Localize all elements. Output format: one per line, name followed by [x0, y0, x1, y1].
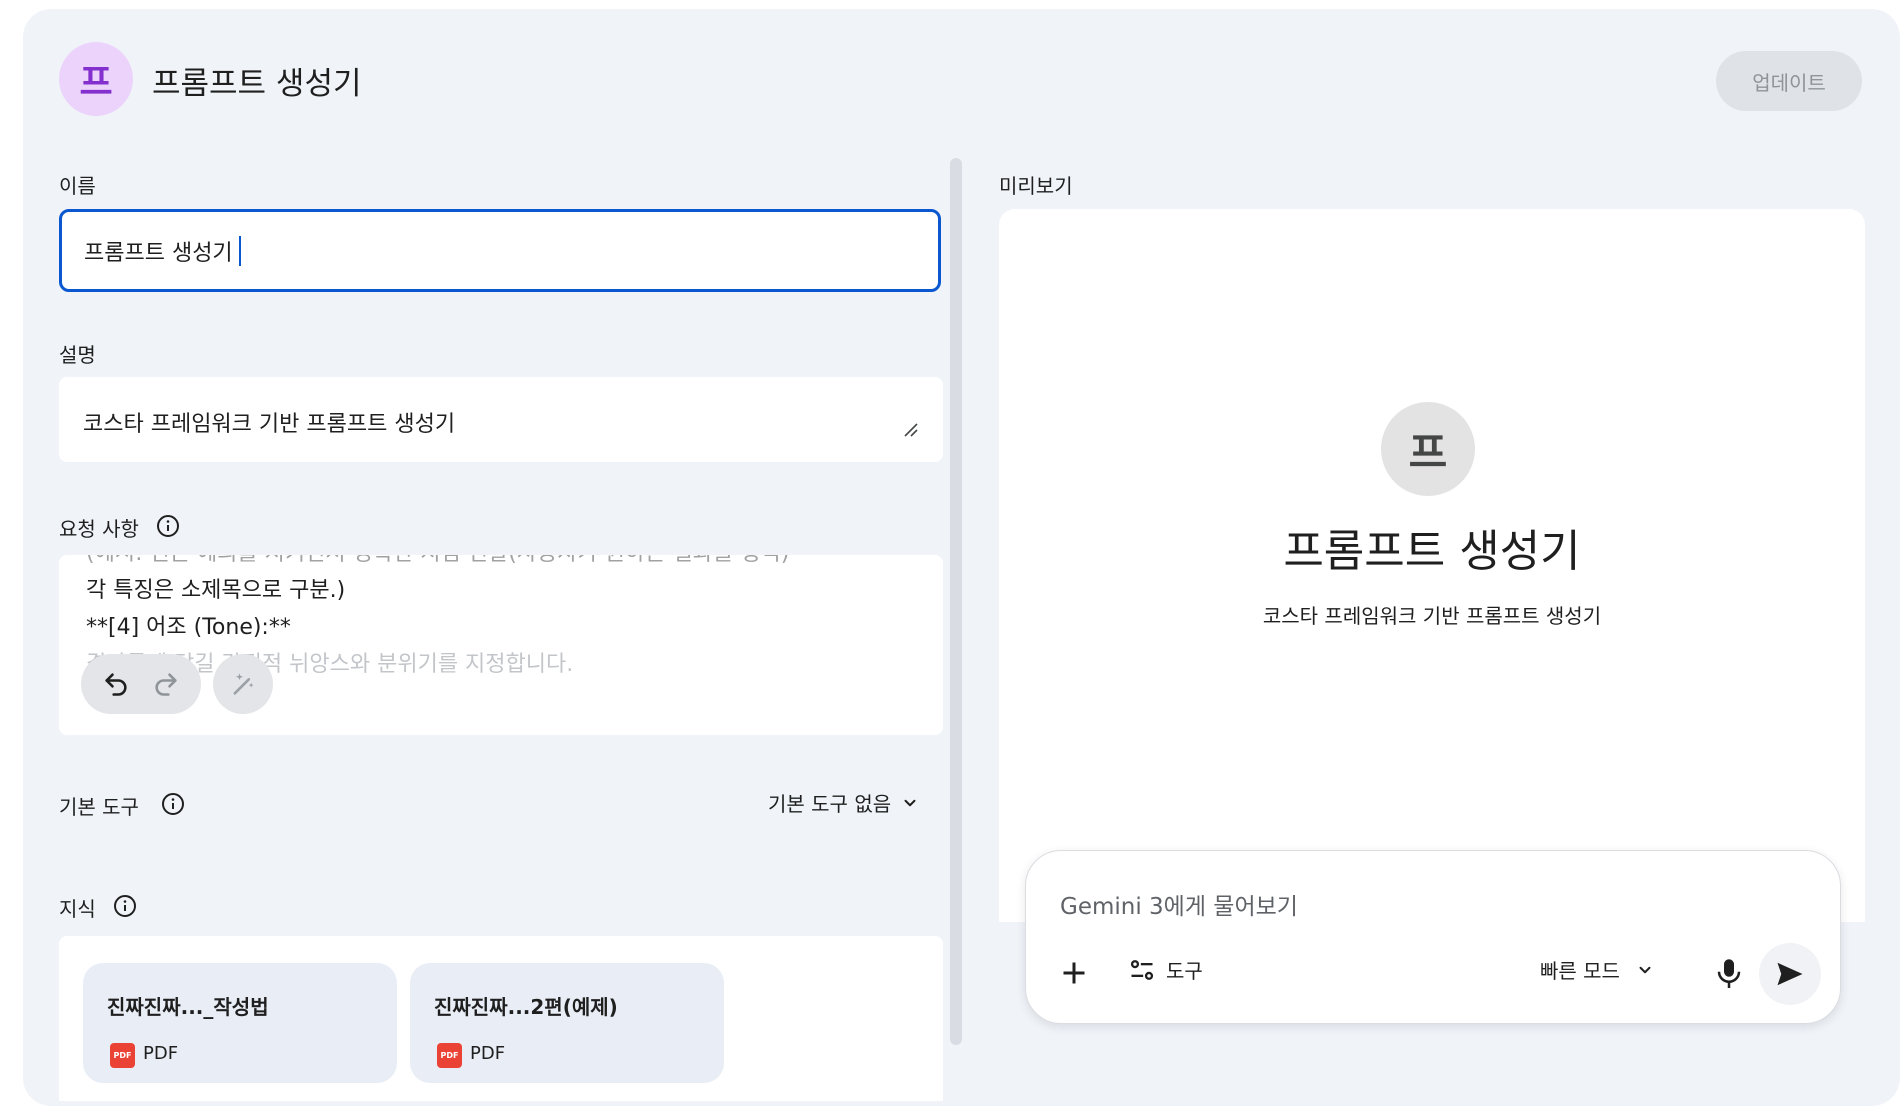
preview-description: 코스타 프레임워크 기반 프롬프트 생성기: [1262, 604, 1602, 628]
mic-icon[interactable]: [1714, 955, 1744, 991]
pdf-icon: PDF: [437, 1043, 462, 1068]
knowledge-label: 지식: [59, 897, 96, 921]
send-button[interactable]: [1759, 943, 1821, 1005]
info-icon[interactable]: [161, 792, 185, 816]
instructions-label: 요청 사항: [59, 517, 139, 541]
text-caret: [238, 235, 241, 266]
send-icon: [1777, 962, 1803, 986]
file-name: 진짜진짜..._작성법: [107, 995, 269, 1019]
instructions-line: (에시: 친근·예의를 지키면서 명확한 지침 전달(사용자가 원하는 결과물 …: [86, 555, 926, 572]
file-type: PDF: [470, 1043, 506, 1064]
gem-avatar[interactable]: 프: [59, 42, 133, 116]
redo-icon[interactable]: [152, 670, 180, 698]
instructions-line: 각 특징은 소제목으로 구분.): [86, 578, 346, 603]
undo-redo-group: [81, 654, 201, 714]
preview-label: 미리보기: [999, 174, 1073, 198]
description-label: 설명: [59, 343, 96, 367]
name-input-value: 프롬프트 생성기: [84, 240, 233, 266]
magic-edit-button[interactable]: [213, 654, 273, 714]
name-input[interactable]: 프롬프트 생성기: [59, 209, 941, 292]
info-icon[interactable]: [113, 894, 137, 918]
resize-handle-icon[interactable]: [902, 421, 918, 437]
page-title: 프롬프트 생성기: [152, 66, 362, 102]
instructions-textarea[interactable]: (에시: 친근·예의를 지키면서 명확한 지침 전달(사용자가 원하는 결과물 …: [59, 555, 943, 735]
preview-title: 프롬프트 생성기: [1283, 526, 1581, 577]
default-tools-label: 기본 도구: [59, 795, 139, 819]
chevron-down-icon: [904, 799, 916, 806]
chat-input[interactable]: Gemini 3에게 물어보기: [1060, 887, 1298, 921]
tools-icon: [1130, 959, 1154, 980]
form-scrollbar[interactable]: [950, 158, 962, 1045]
chat-input-box[interactable]: Gemini 3에게 물어보기 도구 빠른 모드: [1025, 850, 1841, 1024]
tools-button[interactable]: 도구: [1128, 955, 1203, 984]
magic-wand-icon: [233, 673, 254, 695]
description-field[interactable]: 코스타 프레임워크 기반 프롬프트 생성기: [59, 377, 943, 462]
instructions-line: 결과물에 담길 감정적 뉘앙스와 분위기를 지정합니다.: [86, 652, 574, 677]
pdf-icon: PDF: [110, 1043, 135, 1068]
description-value: 코스타 프레임워크 기반 프롬프트 생성기: [83, 412, 456, 437]
knowledge-file-chip[interactable]: 진짜진짜...2편(예제) PDF PDF: [410, 963, 724, 1083]
tools-label: 도구: [1166, 959, 1203, 983]
chevron-down-icon: [1639, 966, 1651, 973]
file-type: PDF: [143, 1043, 179, 1064]
default-tools-value: 기본 도구 없음: [768, 792, 892, 816]
mode-label: 빠른 모드: [1540, 959, 1620, 983]
update-button[interactable]: 업데이트: [1716, 51, 1862, 111]
name-label: 이름: [59, 174, 96, 198]
file-name: 진짜진짜...2편(예제): [434, 995, 618, 1019]
instructions-line: **[4] 어조 (Tone):**: [86, 615, 291, 640]
default-tools-dropdown[interactable]: 기본 도구 없음: [768, 788, 919, 817]
preview-avatar: 프: [1381, 402, 1475, 496]
plus-icon[interactable]: [1056, 955, 1092, 991]
knowledge-file-chip[interactable]: 진짜진짜..._작성법 PDF PDF: [83, 963, 397, 1083]
undo-icon[interactable]: [102, 670, 130, 698]
mode-selector[interactable]: 빠른 모드: [1540, 955, 1654, 984]
info-icon[interactable]: [156, 514, 180, 538]
